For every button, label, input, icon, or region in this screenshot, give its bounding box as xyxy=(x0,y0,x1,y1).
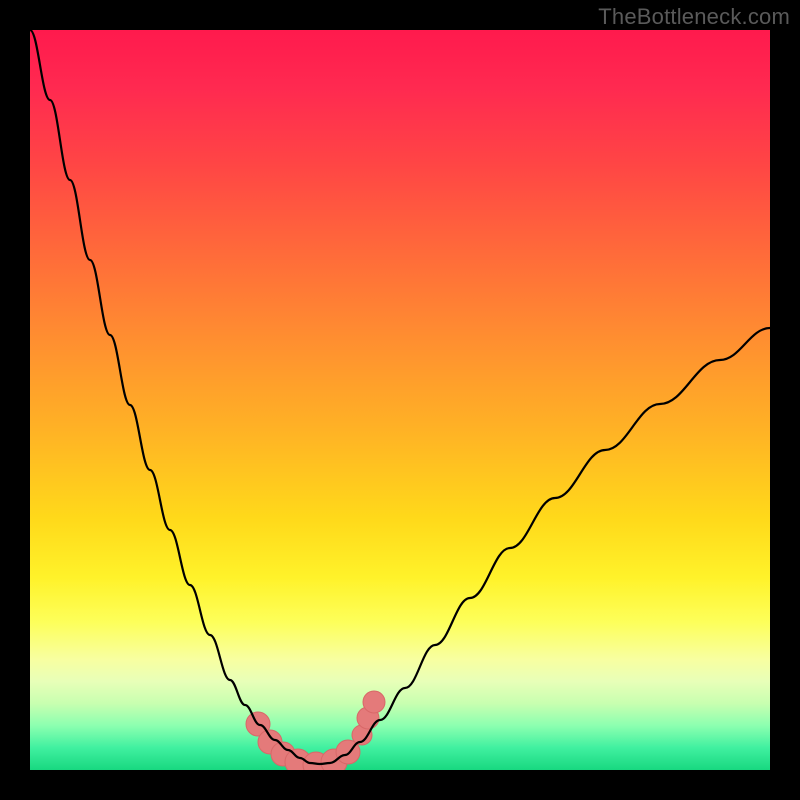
plot-frame xyxy=(30,30,770,770)
watermark-text: TheBottleneck.com xyxy=(598,4,790,30)
left-curve xyxy=(30,30,310,763)
right-curve xyxy=(330,328,770,763)
curve-floor xyxy=(310,763,330,764)
data-marker xyxy=(363,691,385,713)
curve-layer xyxy=(30,30,770,770)
